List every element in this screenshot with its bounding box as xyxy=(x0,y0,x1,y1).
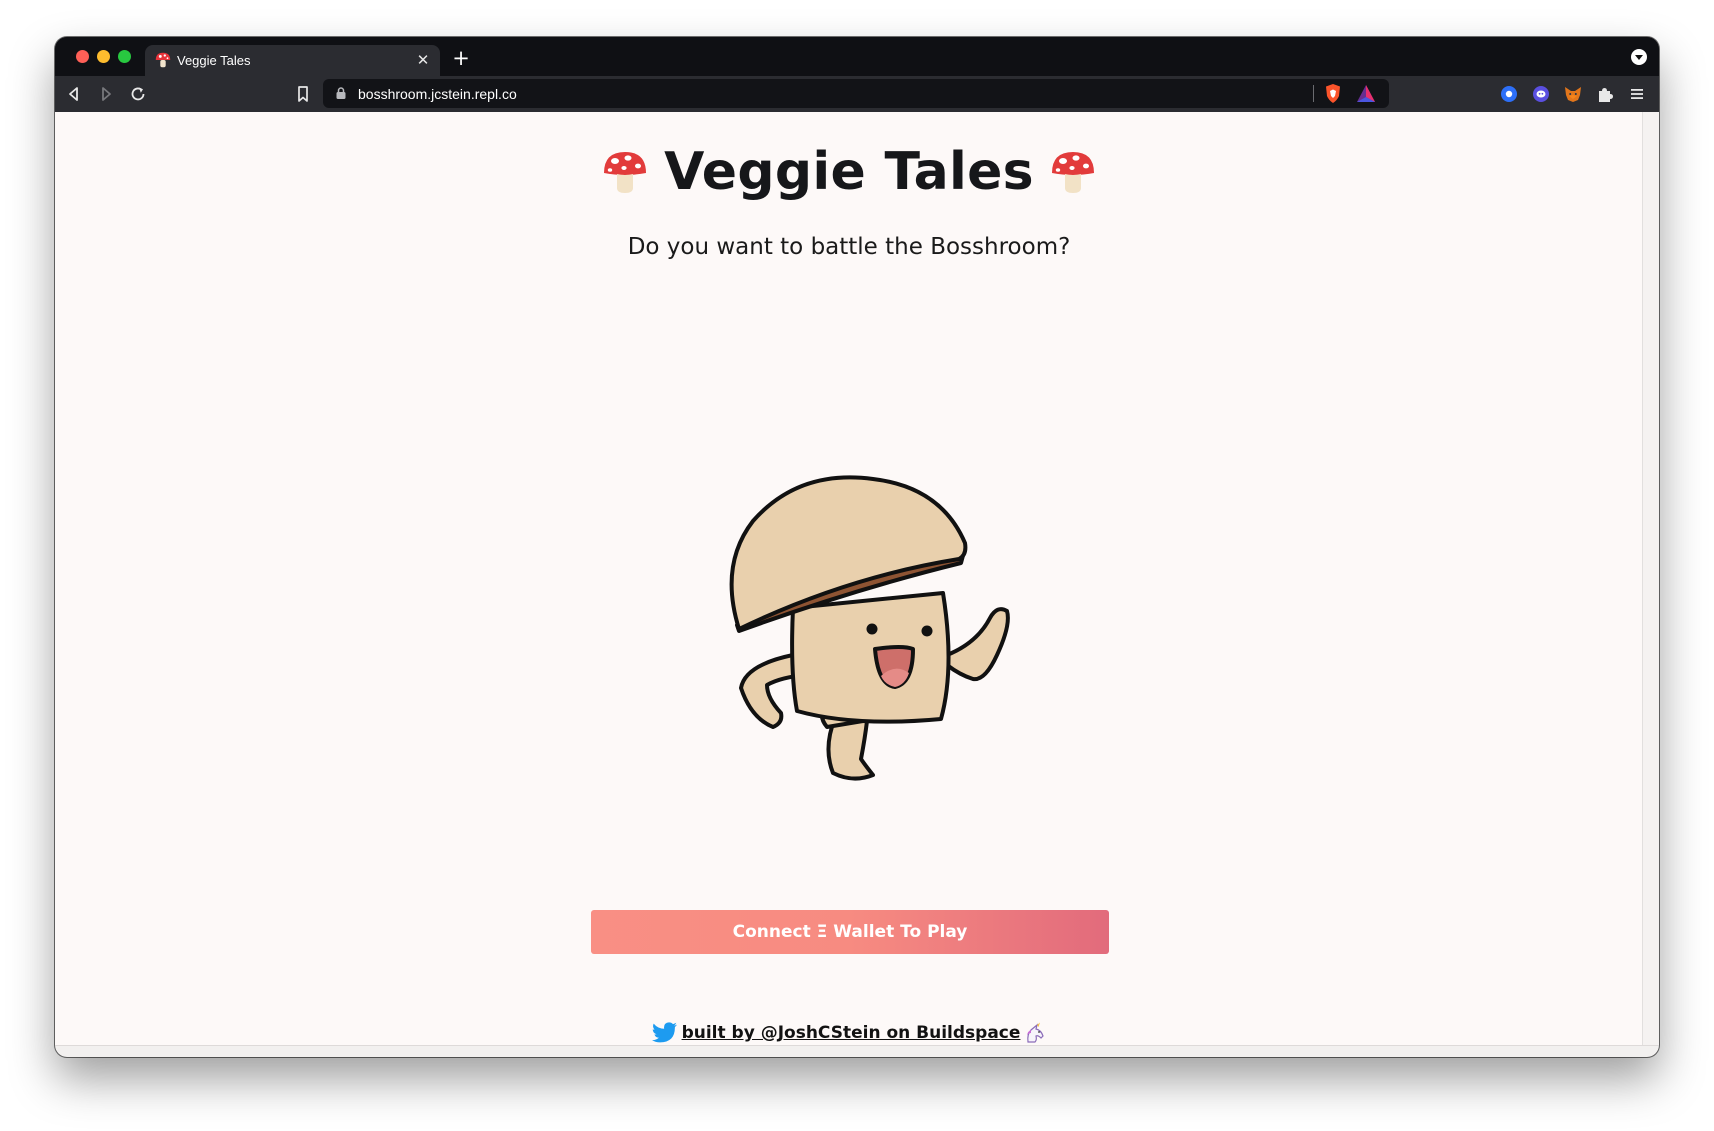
window-minimize-button[interactable] xyxy=(97,50,110,63)
mushroom-icon xyxy=(1051,152,1094,193)
tab-list-menu-icon[interactable] xyxy=(1631,49,1647,65)
buildspace-credit-link[interactable]: built by @JoshCStein on Buildspace xyxy=(682,1023,1021,1043)
tab-veggie-tales[interactable]: Veggie Tales ✕ xyxy=(145,45,440,76)
tab-title: Veggie Tales xyxy=(177,53,251,68)
window-maximize-button[interactable] xyxy=(118,50,131,63)
unicorn-icon xyxy=(1027,1022,1045,1043)
url-text: bosshroom.jcstein.repl.co xyxy=(358,86,517,102)
twitter-icon xyxy=(651,1022,677,1043)
tab-strip: Veggie Tales ✕ + xyxy=(55,37,1659,76)
new-tab-button[interactable]: + xyxy=(449,46,473,70)
dancing-mushroom-character xyxy=(729,475,1010,781)
vertical-scrollbar[interactable] xyxy=(1642,112,1659,1045)
mushroom-icon xyxy=(604,152,647,193)
browser-toolbar: bosshroom.jcstein.repl.co xyxy=(55,76,1659,112)
back-icon[interactable] xyxy=(63,83,85,105)
circle-extension-icon[interactable] xyxy=(1498,83,1520,105)
window-close-button[interactable] xyxy=(76,50,89,63)
puzzle-extensions-icon[interactable] xyxy=(1594,83,1616,105)
window-bottom-edge xyxy=(55,1045,1659,1057)
page-subtitle: Do you want to battle the Bosshroom? xyxy=(627,234,1071,260)
title-row: Veggie Tales xyxy=(55,142,1643,202)
ghost-extension-icon[interactable] xyxy=(1530,83,1552,105)
forward-icon[interactable] xyxy=(95,83,117,105)
page-viewport: Veggie Tales Do you want to battle the B… xyxy=(55,112,1643,1045)
hamburger-menu-icon[interactable] xyxy=(1626,83,1648,105)
metamask-fox-icon[interactable] xyxy=(1562,83,1584,105)
connect-wallet-button[interactable]: Connect Ξ Wallet To Play xyxy=(591,910,1109,954)
lock-icon xyxy=(336,87,346,99)
brave-rewards-icon[interactable] xyxy=(1356,84,1376,103)
bookmark-icon[interactable] xyxy=(292,83,314,105)
browser-window: Veggie Tales ✕ + bosshroom.jcstein.repl.… xyxy=(55,37,1659,1057)
mushroom-icon xyxy=(155,52,171,68)
brave-shields-icon[interactable] xyxy=(1323,83,1343,104)
tab-close-icon[interactable]: ✕ xyxy=(412,49,434,71)
footer: built by @JoshCStein on Buildspace xyxy=(55,1022,1643,1044)
address-bar-divider xyxy=(1313,85,1314,102)
reload-icon[interactable] xyxy=(127,83,149,105)
page-title: Veggie Tales xyxy=(664,142,1034,202)
address-bar[interactable]: bosshroom.jcstein.repl.co xyxy=(323,79,1389,108)
